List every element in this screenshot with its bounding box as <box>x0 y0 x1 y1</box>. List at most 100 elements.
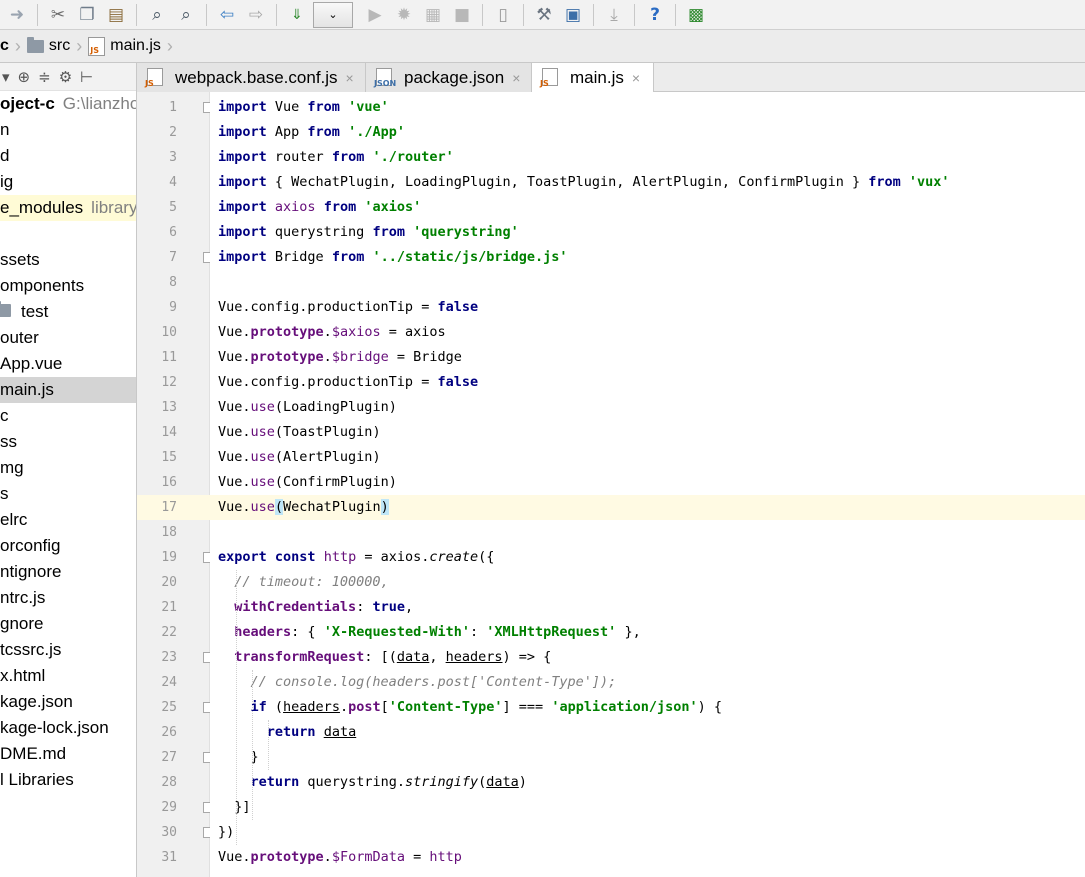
tree-item[interactable]: n <box>0 117 136 143</box>
tree-item[interactable]: s <box>0 481 136 507</box>
code-line[interactable]: import querystring from 'querystring' <box>210 220 1085 245</box>
project-structure-icon[interactable]: ▣ <box>560 2 586 28</box>
run-icon[interactable]: ▶ <box>362 2 388 28</box>
code-line[interactable]: export const http = axios.create({ <box>210 545 1085 570</box>
code-token: , <box>404 599 414 615</box>
replace-icon[interactable]: ⌕ <box>173 2 199 28</box>
code-token: './router' <box>372 149 454 165</box>
help-icon[interactable]: ? <box>642 2 668 28</box>
tree-item[interactable]: orconfig <box>0 533 136 559</box>
code-line[interactable]: Vue.config.productionTip = false <box>210 295 1085 320</box>
tree-item[interactable]: gnore <box>0 611 136 637</box>
collapse-icon[interactable]: ▾ <box>2 68 10 86</box>
find-icon[interactable]: ⌕ <box>144 2 170 28</box>
code-line[interactable]: transformRequest: [(data, headers) => { <box>210 645 1085 670</box>
close-icon[interactable]: × <box>346 70 354 86</box>
tree-item[interactable]: mg <box>0 455 136 481</box>
code-line[interactable]: import { WechatPlugin, LoadingPlugin, To… <box>210 170 1085 195</box>
code-line[interactable]: // console.log(headers.post['Content-Typ… <box>210 670 1085 695</box>
tab-webpack-base-conf-js[interactable]: JS webpack.base.conf.js × <box>137 63 366 92</box>
code-line[interactable] <box>210 270 1085 295</box>
tree-item[interactable]: elrc <box>0 507 136 533</box>
code-line[interactable]: withCredentials: true, <box>210 595 1085 620</box>
code-line[interactable]: import router from './router' <box>210 145 1085 170</box>
code-line[interactable]: import App from './App' <box>210 120 1085 145</box>
code-line[interactable]: Vue.prototype.$FormData = http <box>210 845 1085 870</box>
code-line[interactable]: return querystring.stringify(data) <box>210 770 1085 795</box>
back-icon[interactable]: ⇦ <box>214 2 240 28</box>
tree-item[interactable]: kage.json <box>0 689 136 715</box>
locate-icon[interactable]: ⊕ <box>18 68 31 86</box>
run-configuration-dropdown[interactable]: ⌄ <box>313 1 353 28</box>
tree-item[interactable]: d <box>0 143 136 169</box>
tree-item-label: gnore <box>0 614 44 633</box>
tree-item[interactable]: x.html <box>0 663 136 689</box>
coverage-icon[interactable]: ▦ <box>420 2 446 28</box>
cut-icon[interactable]: ✂ <box>45 2 71 28</box>
gear-icon[interactable]: ⚙ <box>59 68 72 86</box>
code-line[interactable]: import Vue from 'vue' <box>210 95 1085 120</box>
breadcrumb-item-src[interactable]: src <box>21 30 76 62</box>
expand-icon[interactable]: ≑ <box>38 68 51 86</box>
tree-item-label: kage.json <box>0 692 73 711</box>
update-icon[interactable]: ⤓ <box>601 2 627 28</box>
tab-main-js[interactable]: JS main.js × <box>532 63 654 93</box>
tree-item[interactable]: main.js <box>0 377 136 403</box>
code-line[interactable]: Vue.prototype.$axios = axios <box>210 320 1085 345</box>
breadcrumb-item-main-js[interactable]: main.js <box>82 30 167 62</box>
code-line[interactable]: import Bridge from '../static/js/bridge.… <box>210 245 1085 270</box>
tree-item[interactable]: c <box>0 403 136 429</box>
code-token: Vue.config.productionTip = <box>218 299 438 315</box>
build-icon[interactable]: ⇓ <box>284 2 310 28</box>
tree-item[interactable]: oject-c G:\lianzho <box>0 91 136 117</box>
paste-icon[interactable]: ▤ <box>103 2 129 28</box>
plugin-icon[interactable]: ▩ <box>683 2 709 28</box>
tree-item[interactable]: ss <box>0 429 136 455</box>
code-line[interactable]: }] <box>210 795 1085 820</box>
code-line[interactable]: headers: { 'X-Requested-With': 'XMLHttpR… <box>210 620 1085 645</box>
tree-item[interactable]: ssets <box>0 247 136 273</box>
tree-item[interactable]: App.vue <box>0 351 136 377</box>
code-line[interactable]: Vue.prototype.$bridge = Bridge <box>210 345 1085 370</box>
code-line[interactable]: Vue.use(ToastPlugin) <box>210 420 1085 445</box>
tree-item[interactable]: tcssrc.js <box>0 637 136 663</box>
settings-icon[interactable]: ⚒ <box>531 2 557 28</box>
tree-item[interactable]: ntrc.js <box>0 585 136 611</box>
tree-item[interactable]: omponents <box>0 273 136 299</box>
hide-icon[interactable]: ⊢ <box>80 68 93 86</box>
code-line[interactable]: Vue.config.productionTip = false <box>210 370 1085 395</box>
tree-item[interactable]: ig <box>0 169 136 195</box>
stop-icon[interactable]: ■ <box>449 2 475 28</box>
code-editor[interactable]: import Vue from 'vue' import App from './… <box>210 92 1085 877</box>
vcs-icon[interactable]: ▯ <box>490 2 516 28</box>
code-line[interactable]: } <box>210 745 1085 770</box>
forward-icon[interactable]: ⇨ <box>243 2 269 28</box>
tree-item[interactable]: outer <box>0 325 136 351</box>
tree-item[interactable]: l Libraries <box>0 767 136 793</box>
code-line[interactable]: }) <box>210 820 1085 845</box>
tree-item[interactable]: kage-lock.json <box>0 715 136 741</box>
debug-icon[interactable]: ✹ <box>391 2 417 28</box>
code-line[interactable]: Vue.use(LoadingPlugin) <box>210 395 1085 420</box>
tab-package-json[interactable]: JSON package.json × <box>366 63 532 92</box>
copy-icon[interactable]: ❐ <box>74 2 100 28</box>
code-line[interactable]: Vue.use(WechatPlugin) <box>210 495 1085 520</box>
tree-item[interactable]: test <box>0 299 136 325</box>
tree-item[interactable]: ntignore <box>0 559 136 585</box>
project-panel-toolbar: ▾ ⊕ ≑ ⚙ ⊢ <box>0 63 136 91</box>
code-line[interactable]: Vue.use(ConfirmPlugin) <box>210 470 1085 495</box>
redo-icon[interactable]: ➜ <box>4 2 30 28</box>
code-line[interactable]: if (headers.post['Content-Type'] === 'ap… <box>210 695 1085 720</box>
close-icon[interactable]: × <box>632 70 640 86</box>
code-text: withCredentials: true, <box>218 595 413 620</box>
code-line[interactable]: // timeout: 100000, <box>210 570 1085 595</box>
close-icon[interactable]: × <box>512 70 520 86</box>
tree-item[interactable]: DME.md <box>0 741 136 767</box>
code-line[interactable]: return data <box>210 720 1085 745</box>
tree-item[interactable]: e_modules library <box>0 195 136 221</box>
breadcrumb-item-project[interactable]: c <box>0 30 15 62</box>
code-line[interactable]: Vue.use(AlertPlugin) <box>210 445 1085 470</box>
code-line[interactable] <box>210 520 1085 545</box>
tree-item[interactable] <box>0 221 136 247</box>
code-line[interactable]: import axios from 'axios' <box>210 195 1085 220</box>
